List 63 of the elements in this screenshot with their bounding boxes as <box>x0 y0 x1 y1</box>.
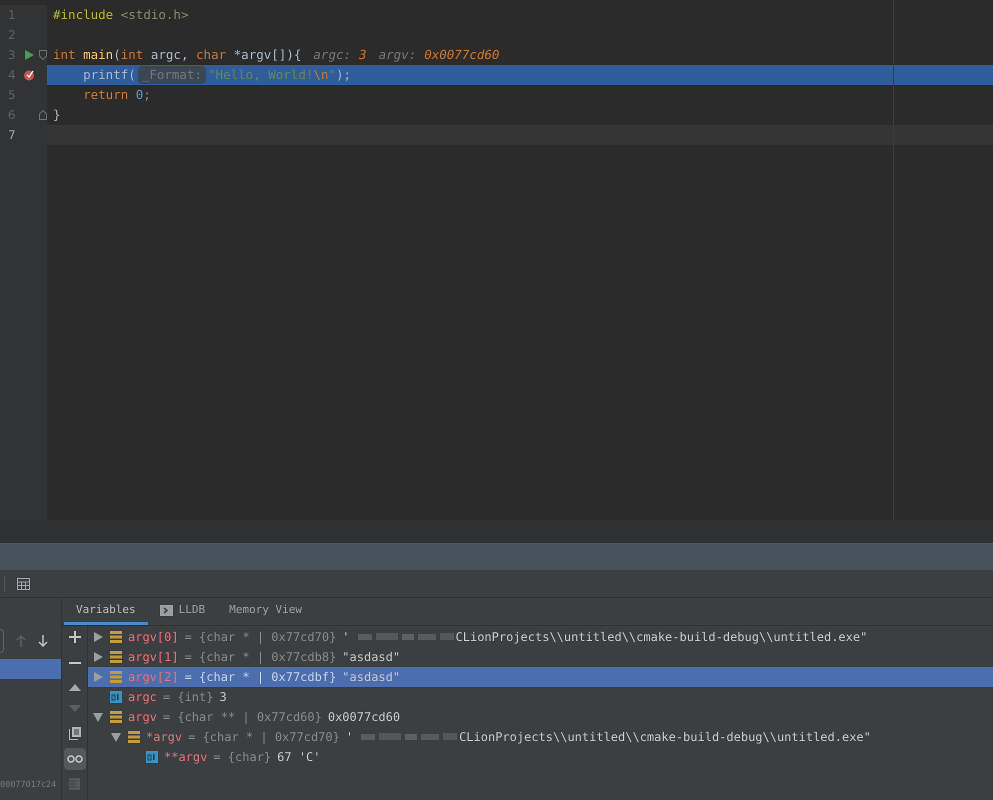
variable-value: "asdasd" <box>342 669 400 686</box>
fold-icon[interactable] <box>39 110 47 120</box>
variable-row[interactable]: argc = {int} 3 <box>88 687 993 707</box>
variable-type: = {int} <box>162 689 214 706</box>
debug-tab[interactable]: Variables <box>64 598 148 625</box>
variable-name: argv <box>128 709 157 726</box>
variable-row[interactable]: **argv = {char} 67 'C' <box>88 747 993 767</box>
glasses-icon <box>66 755 82 763</box>
run-icon[interactable] <box>24 50 34 60</box>
variable-type: = {char ** | 0x77cd60} <box>162 709 322 726</box>
frame-address: 00077017c24 <box>0 779 56 792</box>
debug-tab[interactable]: LLDB <box>148 598 218 625</box>
variable-value: 3 <box>219 689 227 706</box>
debug-tab[interactable]: Memory View <box>217 598 314 625</box>
variable-value: ' <box>346 729 354 746</box>
collapse-arrow-icon[interactable] <box>111 732 121 742</box>
variable-type: = {char * | 0x77cd70} <box>184 629 336 646</box>
variable-row[interactable]: argv[1] = {char * | 0x77cdb8} "asdasd" <box>88 647 993 667</box>
move-up-icon[interactable] <box>68 683 80 691</box>
add-icon[interactable] <box>68 631 80 643</box>
array-icon <box>110 711 122 723</box>
variable-value: CLionProjects\\untitled\\cmake-build-debug\\untitled.exe" <box>456 629 868 646</box>
fold-icon[interactable] <box>39 50 47 60</box>
variable-value: 0x0077cd60 <box>328 709 400 726</box>
variable-type: = {char * | 0x77cd70} <box>188 729 340 746</box>
variable-row[interactable]: *argv = {char * | 0x77cd70} ' CLionProjects\\untitled\\cmake-build-debug\\untitled.exe" <box>88 727 993 747</box>
expand-arrow-icon[interactable] <box>94 632 102 642</box>
variable-name: argc <box>128 689 157 706</box>
array-icon <box>110 651 122 663</box>
line-number: 7 <box>7 127 17 144</box>
watches-toggle[interactable] <box>64 748 86 770</box>
variable-row[interactable]: argv[0] = {char * | 0x77cd70} ' CLionProjects\\untitled\\cmake-build-debug\\untitled.exe" <box>88 627 993 647</box>
variable-value: ' <box>342 629 350 646</box>
breakpoint-icon[interactable] <box>23 69 36 81</box>
variable-row[interactable]: argv = {char ** | 0x77cd60} 0x0077cd60 <box>88 707 993 727</box>
primitive-icon <box>110 691 122 703</box>
collapse-arrow-icon[interactable] <box>93 712 103 722</box>
expand-arrow-icon[interactable] <box>94 652 102 662</box>
variable-name: argv[0] <box>128 629 179 646</box>
variable-name: *argv <box>146 729 182 746</box>
variable-row[interactable]: argv[2] = {char * | 0x77cdbf} "asdasd" <box>88 667 993 687</box>
code-line: int main(int argc, char *argv[]){ argc: 3 argv: 0x0077cd60 <box>52 46 500 64</box>
array-icon <box>110 631 122 643</box>
variable-value: "asdasd" <box>342 649 400 666</box>
code-line: return 0; <box>82 86 152 104</box>
console-icon <box>160 604 173 616</box>
table-icon[interactable] <box>17 578 30 590</box>
down-arrow-icon[interactable] <box>38 635 48 647</box>
array-icon <box>128 731 140 743</box>
code-line: } <box>52 106 62 124</box>
variable-name: argv[1] <box>128 649 179 666</box>
variable-type: = {char * | 0x77cdbf} <box>184 669 336 686</box>
copy-icon[interactable] <box>68 727 80 740</box>
variable-value: 67 'C' <box>277 749 321 766</box>
variable-name: **argv <box>164 749 208 766</box>
code-line: #include <stdio.h> <box>52 6 190 24</box>
variable-type: = {char * | 0x77cdb8} <box>184 649 336 666</box>
primitive-icon <box>146 751 158 763</box>
variable-value: CLionProjects\\untitled\\cmake-build-debug\\untitled.exe" <box>459 729 871 746</box>
array-icon <box>110 671 122 683</box>
frame-filter-field[interactable] <box>0 629 4 653</box>
variable-type: = {char} <box>213 749 272 766</box>
variable-name: argv[2] <box>128 669 179 686</box>
